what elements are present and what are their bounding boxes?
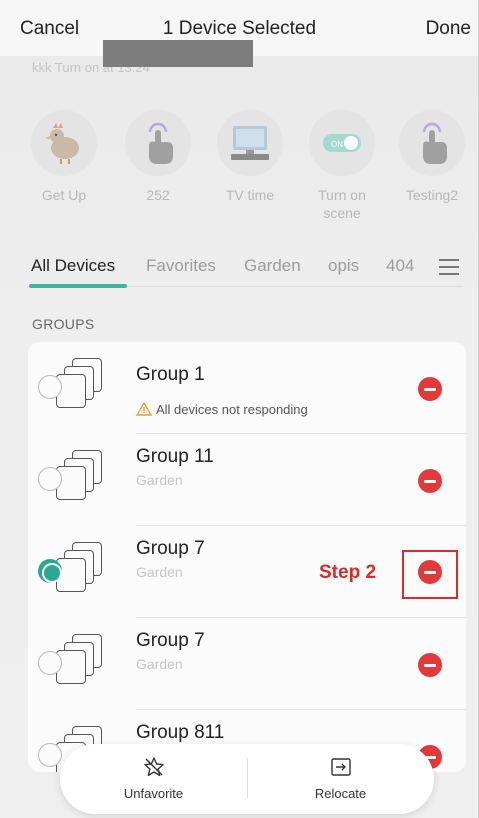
select-radio[interactable]	[38, 743, 62, 767]
select-radio[interactable]	[38, 375, 62, 399]
remove-button[interactable]	[418, 469, 442, 493]
hamburger-menu-icon[interactable]	[439, 259, 459, 275]
bottom-action-bar: Unfavorite Relocate	[60, 744, 434, 814]
tab-404[interactable]: 404	[386, 256, 414, 276]
tab-opis[interactable]: opis	[328, 256, 359, 276]
groups-section-header: GROUPS	[32, 316, 95, 332]
list-item[interactable]: Group 11 Garden	[28, 434, 466, 526]
group-name: Group 1	[136, 364, 205, 385]
toggle-icon: ON	[309, 110, 375, 176]
remove-button[interactable]	[418, 377, 442, 401]
warning-icon	[135, 401, 153, 419]
redaction-box	[103, 40, 253, 67]
star-off-icon	[143, 756, 165, 778]
scene-label: TV time	[225, 187, 275, 203]
group-location: Garden	[136, 472, 183, 488]
relocate-button[interactable]: Relocate	[247, 756, 434, 801]
scene-label: Get Up	[41, 187, 87, 203]
unfavorite-button[interactable]: Unfavorite	[60, 756, 247, 801]
chicken-icon	[31, 110, 97, 176]
group-name: Group 11	[136, 446, 214, 467]
list-item[interactable]: Group 1 All devices not responding	[28, 342, 466, 434]
device-tabs: All Devices Favorites Garden opis 404	[0, 248, 478, 290]
warning-text: All devices not responding	[156, 402, 308, 417]
list-item[interactable]: Group 7 Garden	[28, 618, 466, 710]
group-location: Garden	[136, 656, 183, 672]
select-radio-checked[interactable]	[38, 559, 62, 583]
scene-tv-time[interactable]: TV time	[210, 110, 290, 204]
list-item[interactable]: Group 7 Garden	[28, 526, 466, 618]
scene-label-text: Turn on scene	[318, 187, 366, 221]
tv-icon	[217, 110, 283, 176]
relocate-label: Relocate	[314, 786, 367, 801]
relocate-icon	[330, 756, 352, 778]
select-radio[interactable]	[38, 651, 62, 675]
scene-label: 252	[146, 187, 170, 203]
scene-label: Testing2	[405, 187, 459, 203]
scene-get-up[interactable]: Get Up	[24, 110, 104, 204]
group-name: Group 7	[136, 630, 205, 651]
group-name: Group 7	[136, 538, 205, 559]
page-title: 1 Device Selected	[162, 18, 317, 39]
svg-text:ON: ON	[331, 140, 343, 149]
tap-icon	[399, 110, 465, 176]
tab-garden[interactable]: Garden	[244, 256, 301, 276]
done-button[interactable]: Done	[426, 18, 471, 40]
scene-testing2[interactable]: Testing2	[392, 110, 472, 204]
active-tab-indicator	[29, 284, 127, 288]
scenes-row: Get Up 252 TV time ON Turn on scene Test…	[0, 110, 478, 230]
scene-252[interactable]: 252	[118, 110, 198, 204]
groups-list: Group 1 All devices not responding Group…	[28, 342, 466, 772]
tab-all-devices[interactable]: All Devices	[31, 256, 115, 276]
tab-favorites[interactable]: Favorites	[146, 256, 216, 276]
tap-icon	[125, 110, 191, 176]
remove-button[interactable]	[418, 653, 442, 677]
step-annotation-box	[402, 550, 458, 599]
scene-turn-on[interactable]: ON Turn on scene	[302, 110, 382, 222]
app-screen: Cancel 1 Device Selected Done kkk Turn o…	[0, 0, 479, 818]
group-location: Garden	[136, 564, 183, 580]
scene-label: Turn on scene	[302, 186, 382, 222]
unfavorite-label: Unfavorite	[123, 786, 184, 801]
group-name: Group 811	[136, 722, 225, 743]
step-annotation-label: Step 2	[319, 562, 377, 583]
group-status: All devices not responding	[135, 401, 308, 419]
select-radio[interactable]	[38, 467, 62, 491]
